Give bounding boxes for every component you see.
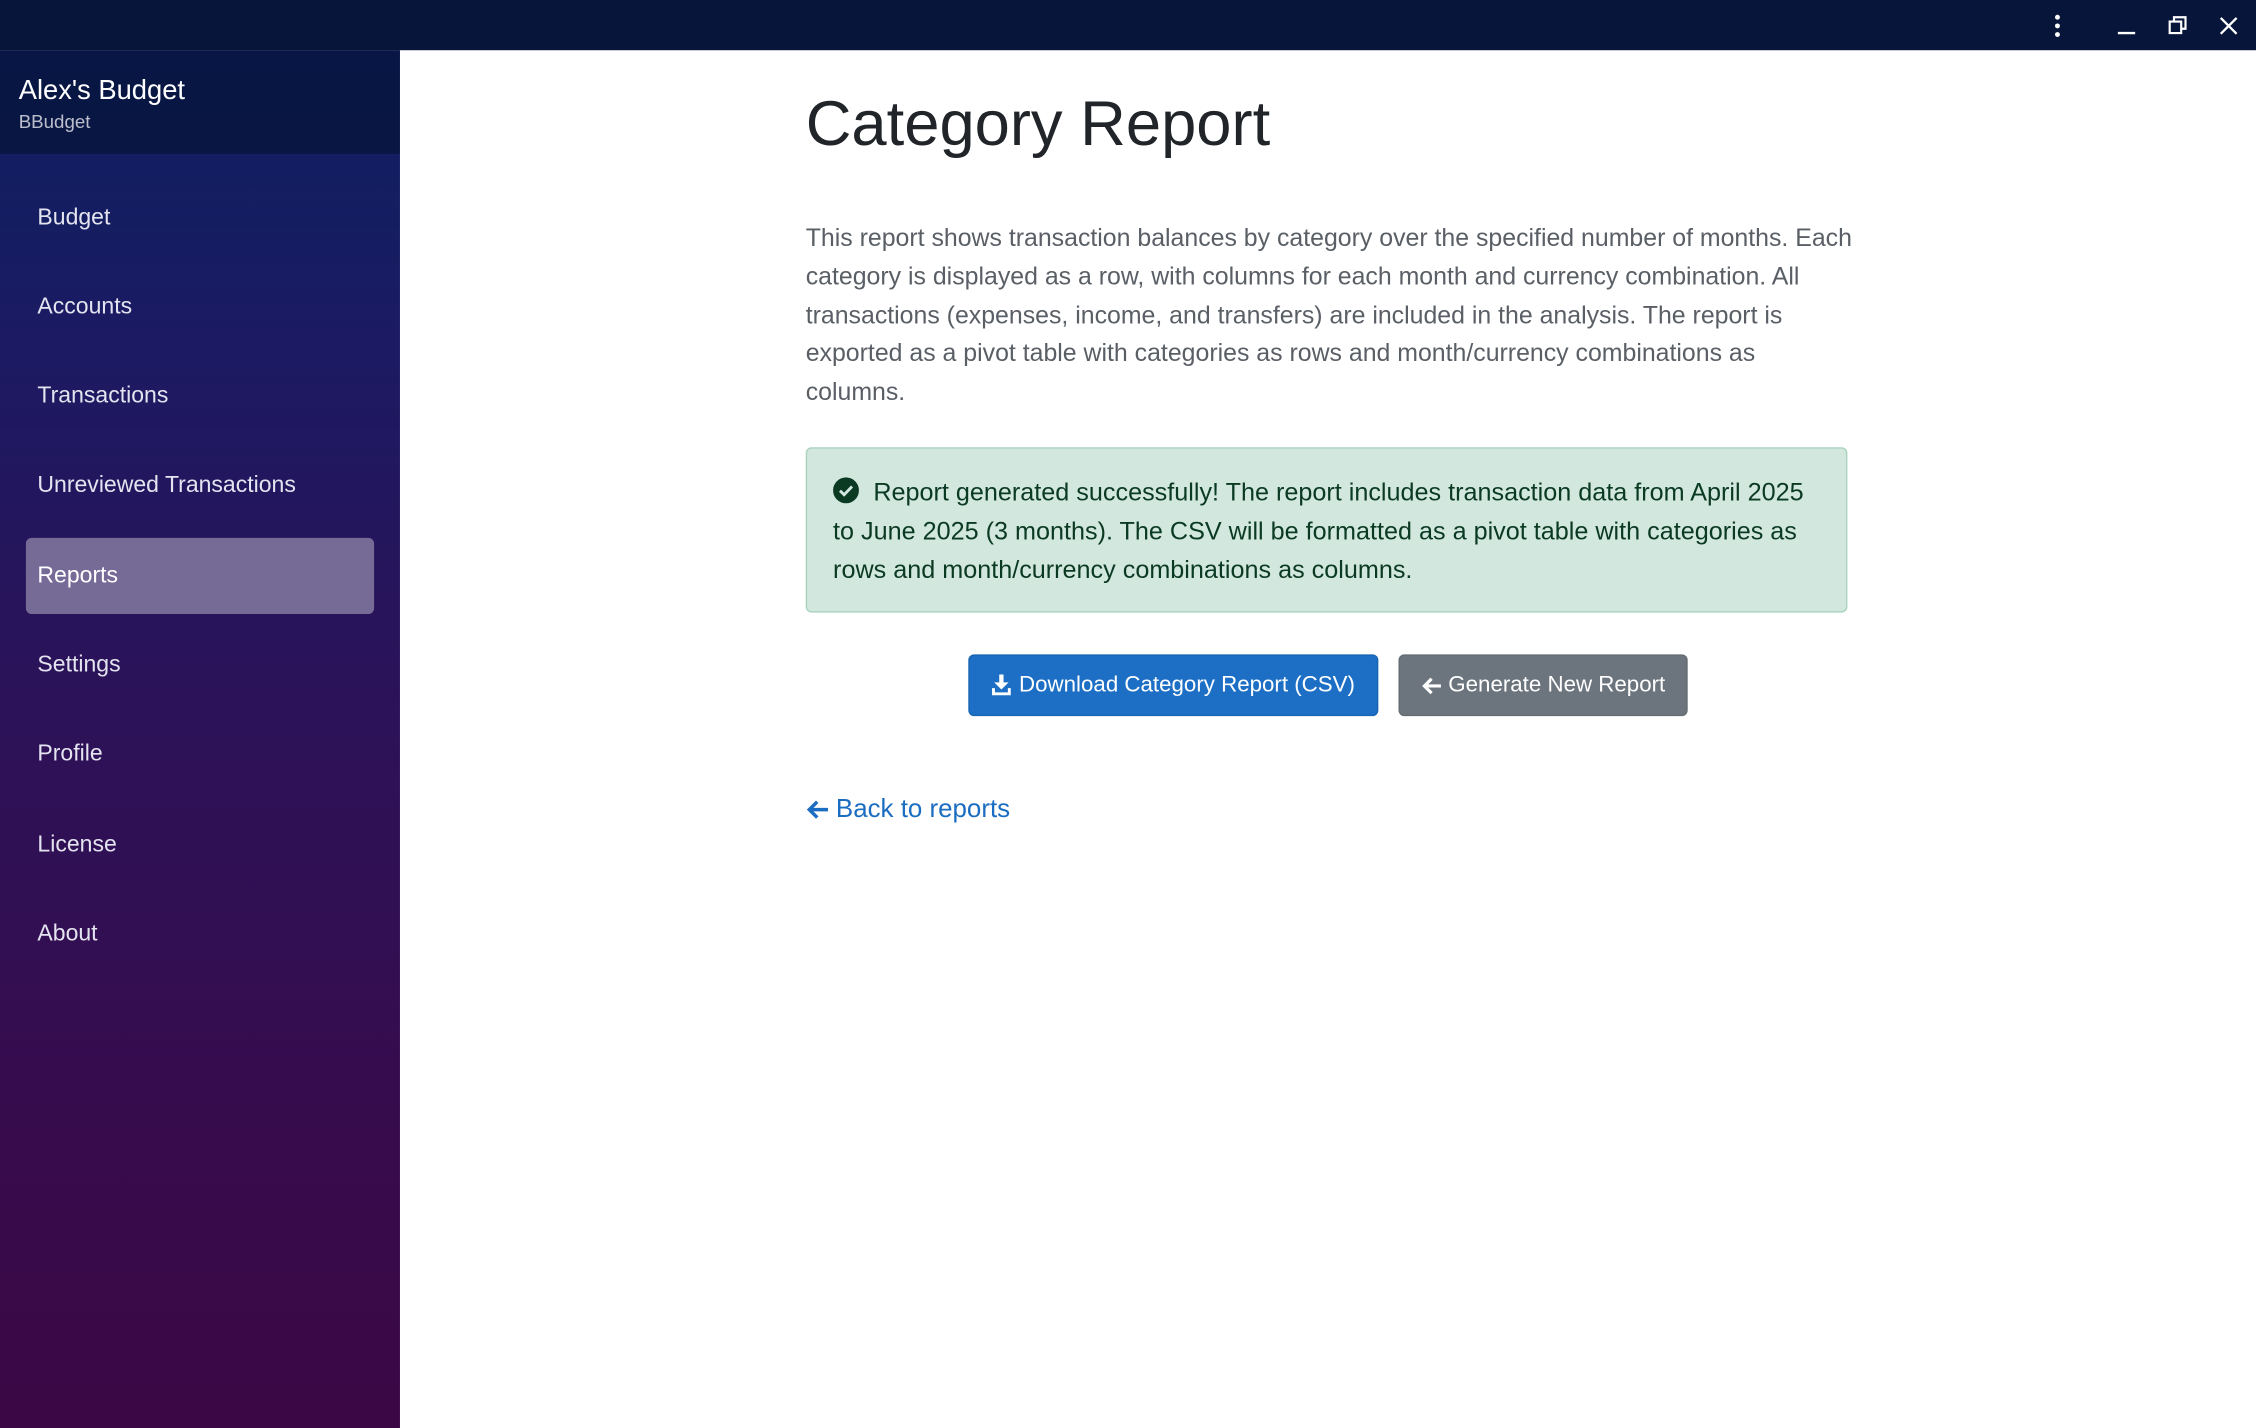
window-minimize-button[interactable] — [2102, 0, 2151, 50]
sidebar-header: Alex's Budget BBudget — [0, 50, 400, 154]
main-content: Category Report This report shows transa… — [399, 50, 2256, 1428]
arrow-left-icon — [1421, 676, 1448, 694]
sidebar-item-unreviewed-transactions[interactable]: Unreviewed Transactions — [26, 447, 374, 523]
sidebar-item-label: Reports — [37, 563, 119, 589]
sidebar-item-profile[interactable]: Profile — [26, 716, 374, 792]
download-button-label: Download Category Report (CSV) — [1019, 672, 1355, 697]
sidebar-item-label: Profile — [37, 742, 103, 767]
sidebar-item-label: Unreviewed Transactions — [37, 473, 296, 498]
close-icon — [2219, 15, 2239, 35]
generate-new-report-button[interactable]: Generate New Report — [1398, 654, 1688, 717]
app-subtitle: BBudget — [18, 110, 91, 133]
download-csv-button[interactable]: Download Category Report (CSV) — [968, 654, 1379, 717]
restore-icon — [2168, 15, 2188, 35]
page-title: Category Report — [805, 89, 1271, 160]
window-menu-button[interactable] — [2033, 0, 2082, 50]
window-titlebar — [0, 0, 2256, 51]
arrow-left-icon — [806, 799, 836, 819]
success-alert: Report generated successfully! The repor… — [805, 447, 1848, 613]
window-maximize-button[interactable] — [2154, 0, 2203, 50]
back-to-reports-link[interactable]: Back to reports — [806, 794, 1010, 824]
app-name: Alex's Budget — [18, 76, 186, 107]
sidebar-item-license[interactable]: License — [26, 807, 374, 883]
minimize-icon — [2116, 15, 2136, 35]
check-circle-icon — [833, 476, 859, 504]
sidebar-item-transactions[interactable]: Transactions — [26, 358, 374, 434]
sidebar-item-budget[interactable]: Budget — [26, 180, 374, 256]
sidebar-item-label: License — [37, 832, 117, 858]
sidebar-item-label: Budget — [37, 205, 111, 231]
back-link-label: Back to reports — [835, 793, 1011, 823]
sidebar-item-reports[interactable]: Reports — [25, 537, 375, 615]
sidebar-item-label: Accounts — [37, 294, 133, 320]
sidebar-item-label: Transactions — [37, 383, 169, 409]
download-icon — [992, 674, 1019, 696]
window-close-button[interactable] — [2204, 0, 2253, 50]
sidebar-item-about[interactable]: About — [26, 896, 374, 972]
alert-message: Report generated successfully! The repor… — [833, 477, 1804, 584]
sidebar-item-accounts[interactable]: Accounts — [26, 269, 374, 345]
sidebar: Alex's Budget BBudget Budget Accounts Tr… — [0, 50, 400, 1428]
sidebar-item-label: About — [37, 921, 98, 947]
sidebar-item-label: Settings — [37, 652, 121, 678]
sidebar-item-settings[interactable]: Settings — [26, 627, 374, 703]
app-window: Alex's Budget BBudget Budget Accounts Tr… — [0, 0, 2256, 1428]
vertical-dots-icon — [2053, 14, 2062, 37]
report-description: This report shows transaction balances b… — [805, 222, 1852, 406]
new-report-button-label: Generate New Report — [1448, 672, 1666, 697]
